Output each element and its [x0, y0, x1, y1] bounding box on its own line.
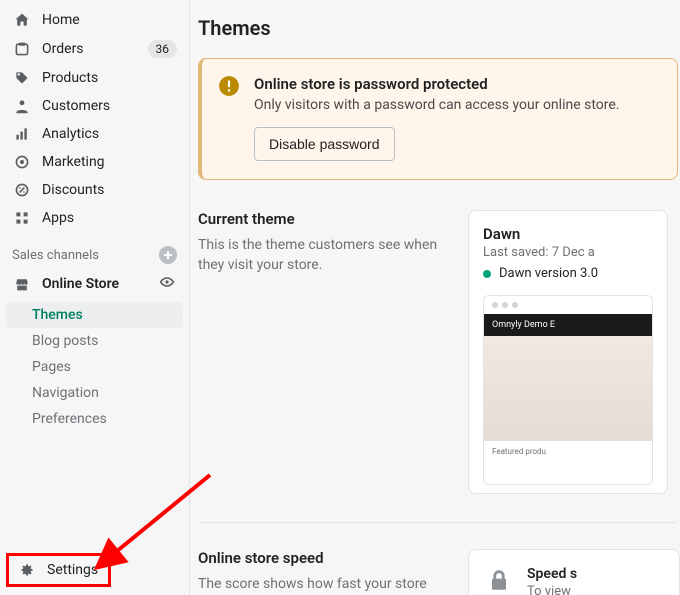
nav-item-customers[interactable]: Customers — [0, 92, 189, 120]
channel-label: Online Store — [42, 276, 159, 292]
theme-preview[interactable]: Omnyly Demo E Featured produ — [483, 295, 653, 485]
speed-heading: Online store speed — [198, 549, 438, 567]
preview-hero — [484, 336, 652, 441]
channel-online-store[interactable]: Online Store — [0, 268, 189, 300]
lock-icon — [485, 566, 513, 594]
theme-name: Dawn — [483, 225, 653, 243]
nav-item-marketing[interactable]: Marketing — [0, 148, 189, 176]
speed-desc: The score shows how fast your store is l… — [198, 575, 438, 595]
warning-icon — [218, 75, 240, 97]
nav-label: Marketing — [42, 154, 177, 170]
browser-dots-icon — [484, 296, 652, 314]
preview-footer: Featured produ — [484, 441, 652, 462]
nav-item-products[interactable]: Products — [0, 64, 189, 92]
speed-card: Speed s To view 1-3 day — [468, 549, 680, 595]
home-icon — [12, 12, 32, 28]
apps-icon — [12, 210, 32, 226]
subnav-pages[interactable]: Pages — [0, 354, 189, 380]
sales-channels-label: Sales channels — [12, 248, 99, 263]
primary-nav: Home Orders 36 Products Customers Analyt… — [0, 0, 189, 232]
orders-icon — [12, 41, 32, 57]
banner-body: Only visitors with a password can access… — [254, 97, 619, 113]
theme-last-saved: Last saved: 7 Dec a — [483, 245, 653, 260]
target-icon — [12, 154, 32, 170]
analytics-icon — [12, 126, 32, 142]
nav-item-apps[interactable]: Apps — [0, 204, 189, 232]
speed-card-body1: To view — [527, 584, 577, 595]
nav-label: Discounts — [42, 182, 177, 198]
subnav-preferences[interactable]: Preferences — [0, 406, 189, 432]
view-store-icon[interactable] — [159, 274, 177, 294]
gear-icon — [19, 562, 39, 578]
subnav-themes[interactable]: Themes — [6, 302, 183, 328]
nav-label: Products — [42, 70, 177, 86]
section-divider — [198, 522, 676, 523]
password-banner: Online store is password protected Only … — [198, 58, 678, 180]
add-channel-button[interactable] — [159, 246, 177, 264]
settings-button[interactable]: Settings — [6, 553, 111, 587]
banner-title: Online store is password protected — [254, 75, 619, 93]
nav-label: Orders — [42, 41, 148, 57]
nav-label: Customers — [42, 98, 177, 114]
speed-card-title: Speed s — [527, 566, 577, 582]
discount-icon — [12, 182, 32, 198]
nav-item-discounts[interactable]: Discounts — [0, 176, 189, 204]
orders-badge: 36 — [148, 40, 178, 58]
disable-password-button[interactable]: Disable password — [254, 127, 395, 161]
nav-label: Home — [42, 12, 177, 28]
preview-header: Omnyly Demo E — [484, 314, 652, 336]
page-title: Themes — [194, 16, 680, 40]
store-icon — [12, 276, 32, 292]
main-content: Themes Online store is password protecte… — [190, 0, 680, 595]
nav-item-orders[interactable]: Orders 36 — [0, 34, 189, 64]
sales-channels-header: Sales channels — [0, 232, 189, 268]
nav-item-analytics[interactable]: Analytics — [0, 120, 189, 148]
subnav-navigation[interactable]: Navigation — [0, 380, 189, 406]
nav-item-home[interactable]: Home — [0, 6, 189, 34]
settings-label: Settings — [47, 562, 98, 578]
subnav-blog-posts[interactable]: Blog posts — [0, 328, 189, 354]
current-theme-desc: This is the theme customers see when the… — [198, 236, 438, 275]
nav-label: Apps — [42, 210, 177, 226]
online-store-subnav: Themes Blog posts Pages Navigation Prefe… — [0, 300, 189, 434]
status-dot-icon — [483, 270, 491, 278]
theme-version: Dawn version 3.0 — [499, 266, 598, 281]
sidebar: Home Orders 36 Products Customers Analyt… — [0, 0, 190, 595]
current-theme-heading: Current theme — [198, 210, 438, 228]
theme-card: Dawn Last saved: 7 Dec a Dawn version 3.… — [468, 210, 668, 494]
tag-icon — [12, 70, 32, 86]
person-icon — [12, 98, 32, 114]
nav-label: Analytics — [42, 126, 177, 142]
